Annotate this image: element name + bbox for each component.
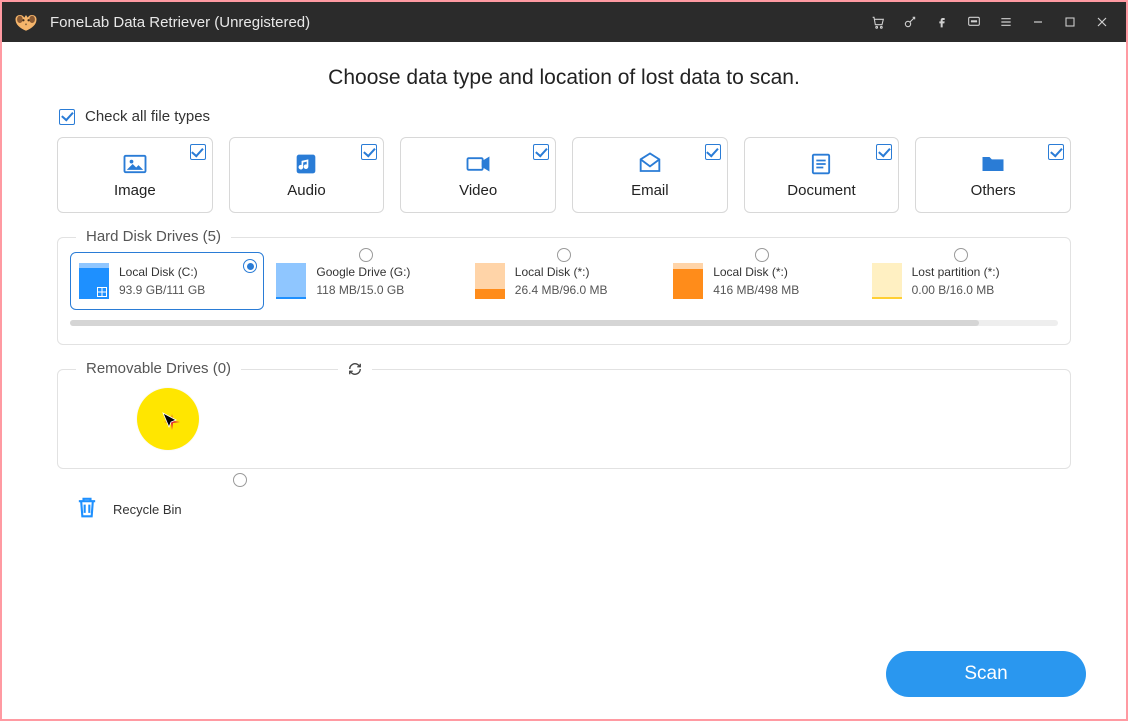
- drive-text: Local Disk (C:)93.9 GB/111 GB: [119, 263, 205, 299]
- drive-card[interactable]: Local Disk (*:)26.4 MB/96.0 MB: [467, 252, 661, 310]
- type-card-email[interactable]: Email: [572, 137, 728, 213]
- drive-size: 118 MB/15.0 GB: [316, 281, 410, 299]
- radio-icon: [359, 248, 373, 262]
- drive-name: Lost partition (*:): [912, 263, 1000, 281]
- type-label: Email: [631, 182, 669, 199]
- drive-size: 0.00 B/16.0 MB: [912, 281, 1000, 299]
- drive-size: 26.4 MB/96.0 MB: [515, 281, 608, 299]
- facebook-icon[interactable]: [926, 2, 958, 42]
- drive-text: Lost partition (*:)0.00 B/16.0 MB: [912, 263, 1000, 299]
- page-title: Choose data type and location of lost da…: [57, 66, 1071, 90]
- drive-card[interactable]: Google Drive (G:)118 MB/15.0 GB: [268, 252, 462, 310]
- type-card-others[interactable]: Others: [915, 137, 1071, 213]
- trash-icon: [73, 493, 101, 525]
- drive-name: Local Disk (*:): [515, 263, 608, 281]
- drive-icon: [79, 263, 109, 299]
- audio-icon: [292, 152, 320, 176]
- cart-icon[interactable]: [862, 2, 894, 42]
- drive-card[interactable]: Local Disk (C:)93.9 GB/111 GB: [70, 252, 264, 310]
- checkbox-icon: [190, 144, 206, 160]
- key-icon[interactable]: [894, 2, 926, 42]
- hdd-legend: Hard Disk Drives (5): [76, 228, 231, 245]
- email-icon: [636, 152, 664, 176]
- type-label: Audio: [287, 182, 325, 199]
- hdd-fieldset: Hard Disk Drives (5) Local Disk (C:)93.9…: [57, 237, 1071, 345]
- drive-name: Local Disk (*:): [713, 263, 799, 281]
- horizontal-scrollbar[interactable]: [70, 320, 1058, 326]
- feedback-icon[interactable]: [958, 2, 990, 42]
- titlebar: FoneLab Data Retriever (Unregistered): [2, 2, 1126, 42]
- type-card-video[interactable]: Video: [400, 137, 556, 213]
- type-label: Image: [114, 182, 156, 199]
- drive-text: Google Drive (G:)118 MB/15.0 GB: [316, 263, 410, 299]
- type-label: Others: [971, 182, 1016, 199]
- file-type-grid: Image Audio Video Em: [57, 137, 1071, 213]
- radio-icon: [243, 259, 257, 273]
- drive-name: Google Drive (G:): [316, 263, 410, 281]
- drive-icon: [276, 263, 306, 299]
- app-title: FoneLab Data Retriever (Unregistered): [50, 14, 310, 31]
- checkbox-icon: [533, 144, 549, 160]
- recycle-label: Recycle Bin: [113, 502, 182, 517]
- drive-text: Local Disk (*:)26.4 MB/96.0 MB: [515, 263, 608, 299]
- app-window: FoneLab Data Retriever (Unregistered) Ch…: [0, 0, 1128, 721]
- radio-icon: [755, 248, 769, 262]
- removable-legend: Removable Drives (0): [76, 360, 241, 377]
- drive-icon: [872, 263, 902, 299]
- type-label: Video: [459, 182, 497, 199]
- drive-text: Local Disk (*:)416 MB/498 MB: [713, 263, 799, 299]
- checkbox-icon: [705, 144, 721, 160]
- close-button[interactable]: [1086, 2, 1118, 42]
- check-all-filetypes[interactable]: Check all file types: [59, 108, 1071, 125]
- menu-icon[interactable]: [990, 2, 1022, 42]
- video-icon: [464, 152, 492, 176]
- drive-name: Local Disk (C:): [119, 263, 205, 281]
- type-label: Document: [787, 182, 855, 199]
- recycle-bin-option[interactable]: Recycle Bin: [73, 493, 273, 525]
- drive-size: 416 MB/498 MB: [713, 281, 799, 299]
- folder-icon: [979, 152, 1007, 176]
- type-card-document[interactable]: Document: [744, 137, 900, 213]
- app-logo-icon: [12, 8, 40, 36]
- scan-button[interactable]: Scan: [886, 651, 1086, 697]
- checkbox-icon: [876, 144, 892, 160]
- radio-icon: [557, 248, 571, 262]
- type-card-audio[interactable]: Audio: [229, 137, 385, 213]
- drive-icon: [673, 263, 703, 299]
- removable-fieldset: Removable Drives (0): [57, 369, 1071, 469]
- main-content: Choose data type and location of lost da…: [2, 42, 1126, 719]
- document-icon: [807, 152, 835, 176]
- drive-row: Local Disk (C:)93.9 GB/111 GB Google Driv…: [70, 252, 1058, 310]
- refresh-button[interactable]: [338, 360, 372, 383]
- scan-label: Scan: [964, 663, 1007, 685]
- drive-card[interactable]: Local Disk (*:)416 MB/498 MB: [665, 252, 859, 310]
- radio-icon: [233, 473, 247, 487]
- check-all-label: Check all file types: [85, 108, 210, 125]
- radio-icon: [954, 248, 968, 262]
- checkbox-icon: [1048, 144, 1064, 160]
- image-icon: [121, 152, 149, 176]
- minimize-button[interactable]: [1022, 2, 1054, 42]
- checkbox-icon: [59, 109, 75, 125]
- type-card-image[interactable]: Image: [57, 137, 213, 213]
- drive-size: 93.9 GB/111 GB: [119, 281, 205, 299]
- maximize-button[interactable]: [1054, 2, 1086, 42]
- drive-icon: [475, 263, 505, 299]
- drive-card[interactable]: Lost partition (*:)0.00 B/16.0 MB: [864, 252, 1058, 310]
- checkbox-icon: [361, 144, 377, 160]
